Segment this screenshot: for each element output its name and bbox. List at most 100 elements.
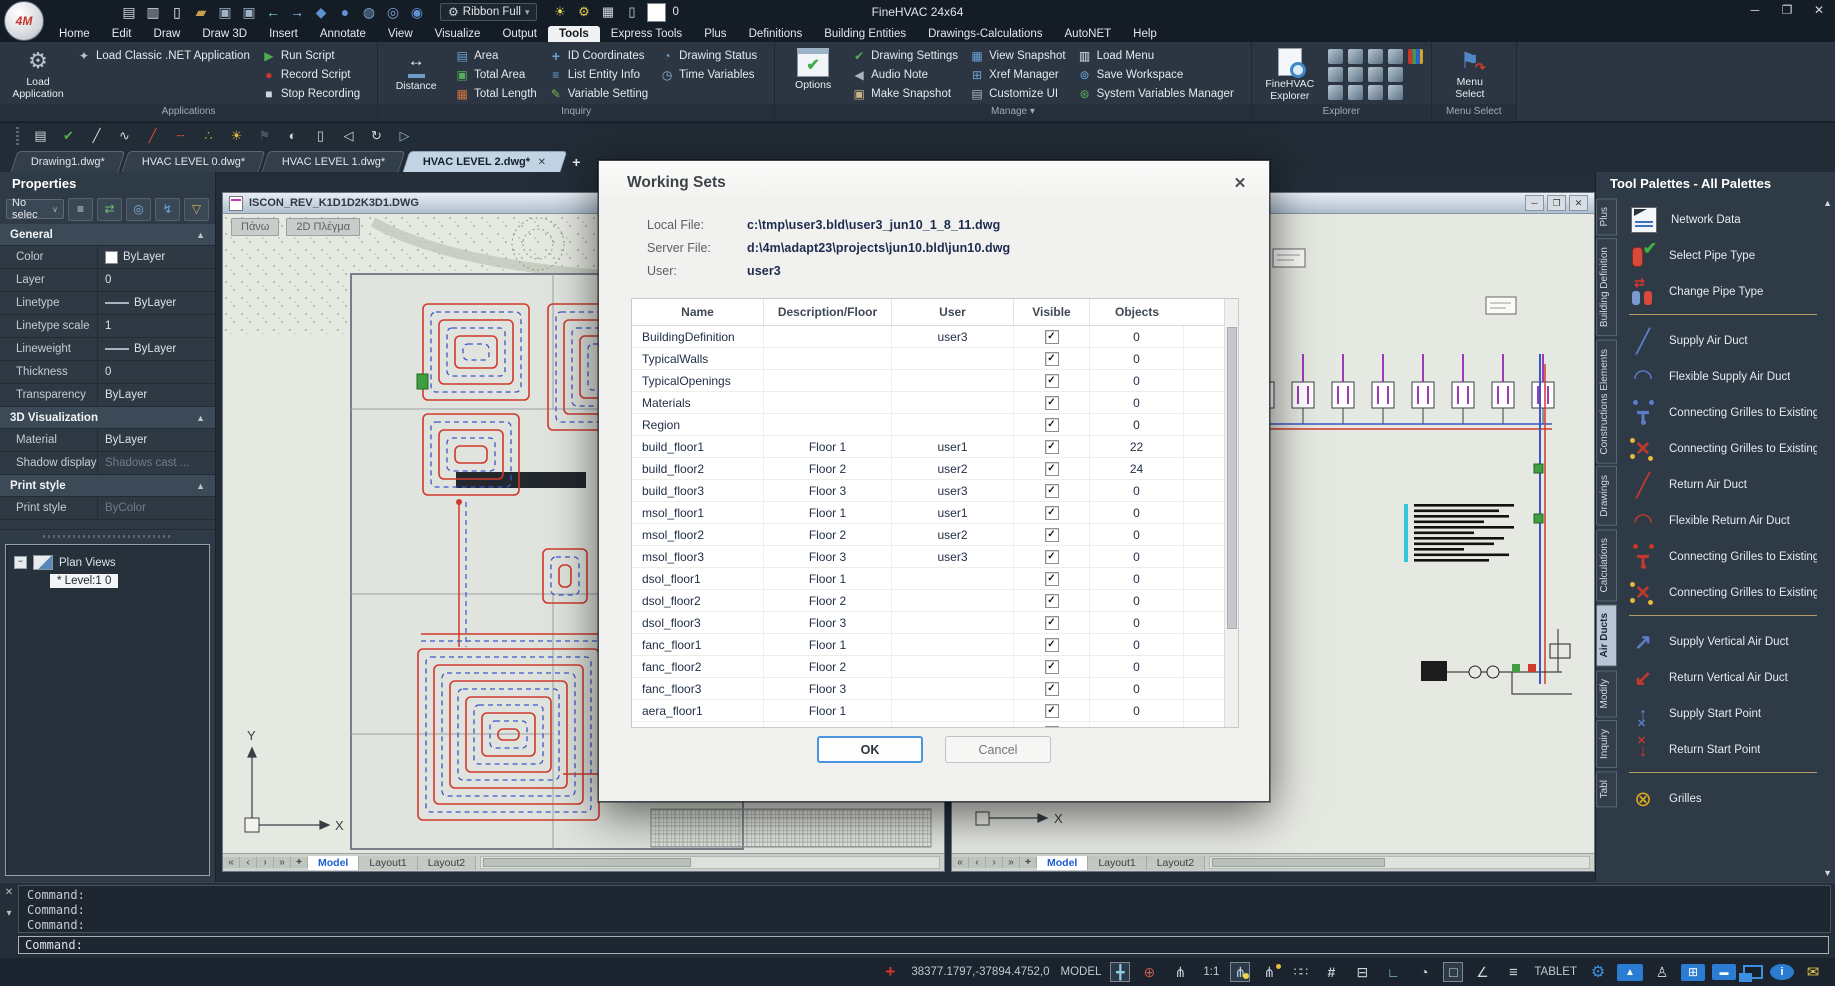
ok-button[interactable]: OK [817,736,923,763]
visible-checkbox[interactable] [1045,484,1059,498]
ribbon-big-button[interactable]: Options [783,45,843,104]
filter-icon[interactable] [184,198,209,221]
visible-checkbox[interactable] [1045,616,1059,630]
panel-grip[interactable] [0,530,215,542]
menu-item[interactable]: AutoNET [1054,26,1123,42]
property-row[interactable]: Linetype scale 1 [0,315,215,338]
ribbon-button[interactable]: Customize UI [965,85,1071,103]
document-tab[interactable]: HVAC LEVEL 1.dwg* ✕ [262,151,406,172]
door-icon[interactable] [312,127,329,144]
hash-grid-icon[interactable] [1319,962,1343,982]
menu-item[interactable]: Express Tools [600,26,693,42]
command-history[interactable]: Command:Command:Command: [18,885,1831,933]
palette-tab[interactable]: Plus [1596,198,1617,235]
snap-cursor-icon[interactable] [1110,962,1130,982]
gear-yellow-icon[interactable] [575,4,592,21]
construction-line-icon[interactable] [172,127,189,144]
globe-properties-icon[interactable] [126,198,151,221]
menu-item[interactable]: Draw 3D [191,26,258,42]
ribbon-button[interactable]: System Variables Manager [1073,85,1239,103]
dynamic-compass-icon[interactable] [1412,962,1436,982]
palette-tool[interactable]: Network Data [1629,202,1817,238]
query-search-icon[interactable] [1388,49,1403,64]
property-row[interactable]: Layer 0 [0,269,215,292]
cancel-button[interactable]: Cancel [945,736,1051,763]
layout-tab[interactable]: Layout2 [1147,856,1205,870]
lineweight-toggle-icon[interactable] [1350,962,1374,982]
tree-root-row[interactable]: − Plan Views [14,555,201,570]
viewport-button[interactable]: Πάνω [231,218,279,236]
new-layout-button[interactable] [291,857,308,868]
ribbon-button[interactable]: Stop Recording [257,85,365,103]
doc-list-search-icon[interactable] [1388,67,1403,82]
visible-checkbox[interactable] [1045,418,1059,432]
contrast-box-icon[interactable] [284,127,301,144]
section-header[interactable]: Print style ▲ [0,475,215,497]
menu-item[interactable]: Output [491,26,548,42]
palette-tab[interactable]: Drawings [1596,466,1617,526]
red-line-icon[interactable] [144,127,161,144]
angle-tool-icon[interactable] [1368,85,1383,100]
horizontal-scrollbar[interactable] [1209,856,1590,869]
coordinates-readout[interactable]: 38377.1797,-37894.4752,0 [909,962,1051,982]
new-file-icon[interactable] [168,3,186,21]
point-style-icon[interactable] [200,127,217,144]
redo-icon[interactable] [288,3,306,21]
user-badge-icon[interactable] [1650,962,1674,982]
visible-checkbox[interactable] [1045,352,1059,366]
working-set-row[interactable]: Region 0 [632,414,1238,436]
object-tree-icon[interactable] [68,198,93,221]
line-icon[interactable] [88,127,105,144]
ribbon-button[interactable]: Save Workspace [1073,66,1239,84]
ribbon-button[interactable]: Record Script [257,66,365,84]
dialog-titlebar[interactable]: Working Sets [599,161,1269,205]
working-set-row[interactable]: TypicalOpenings 0 [632,370,1238,392]
palette-tool[interactable]: Supply Start Point [1629,696,1817,732]
visible-checkbox[interactable] [1045,682,1059,696]
bld-new-icon[interactable] [120,3,138,21]
working-set-row[interactable]: BuildingDefinition user3 0 [632,326,1238,348]
working-set-row[interactable]: build_floor1 Floor 1 user1 22 [632,436,1238,458]
person-explore-icon[interactable] [1348,67,1363,82]
layout-box-icon[interactable] [623,4,640,21]
working-set-row[interactable]: TypicalWalls 0 [632,348,1238,370]
horizontal-scrollbar[interactable] [480,856,940,869]
palette-tool[interactable]: Grilles [1629,781,1831,817]
working-set-row[interactable]: msol_floor1 Floor 1 user1 0 [632,502,1238,524]
column-header[interactable]: User [892,299,1014,325]
blank-swatch-icon[interactable] [647,3,666,22]
window-cascade-icon[interactable] [1743,965,1763,979]
settings-gear-icon[interactable] [1586,962,1610,982]
globe-search-icon[interactable] [1368,67,1383,82]
menu-item[interactable]: Visualize [424,26,492,42]
palette-tool[interactable]: Supply Air Duct [1629,323,1817,359]
property-row[interactable]: Lineweight ByLayer [0,338,215,361]
visible-checkbox[interactable] [1045,594,1059,608]
visible-checkbox[interactable] [1045,704,1059,718]
close-icon[interactable] [1569,195,1588,211]
scroll-up-icon[interactable] [1823,198,1832,208]
save-icon[interactable] [216,3,234,21]
working-set-row[interactable]: fanc_floor3 Floor 3 0 [632,678,1238,700]
ribbon-button[interactable]: Drawing Status [655,47,762,65]
property-row[interactable]: Color ByLayer [0,246,215,269]
palette-tool[interactable]: Flexible Supply Air Duct [1629,359,1817,395]
scrollbar-thumb[interactable] [1227,327,1237,629]
close-icon[interactable] [1811,3,1827,17]
menu-item[interactable]: Definitions [738,26,814,42]
working-set-row[interactable]: Materials 0 [632,392,1238,414]
document-tab[interactable]: HVAC LEVEL 2.dwg* ✕ [402,151,566,172]
column-header[interactable]: Description/Floor [764,299,892,325]
ribbon-big-button[interactable]: Load Application [8,45,68,104]
command-input[interactable]: Command: [18,936,1829,954]
close-tab-icon[interactable]: ✕ [538,157,546,168]
shade-globe-icon[interactable] [384,3,402,21]
polyline-icon[interactable] [116,127,133,144]
palette-tool[interactable]: Return Vertical Air Duct [1629,660,1817,696]
doc-search-icon[interactable] [1368,49,1383,64]
palette-tool[interactable]: Connecting Grilles to Existing Duct [1629,539,1817,575]
chevron-down-icon[interactable] [6,908,11,919]
layout-shapes-icon[interactable] [1617,964,1643,981]
ribbon-button[interactable]: Drawing Settings [847,47,963,65]
working-set-row[interactable]: aera_floor2 Floor 2 0 [632,722,1238,728]
